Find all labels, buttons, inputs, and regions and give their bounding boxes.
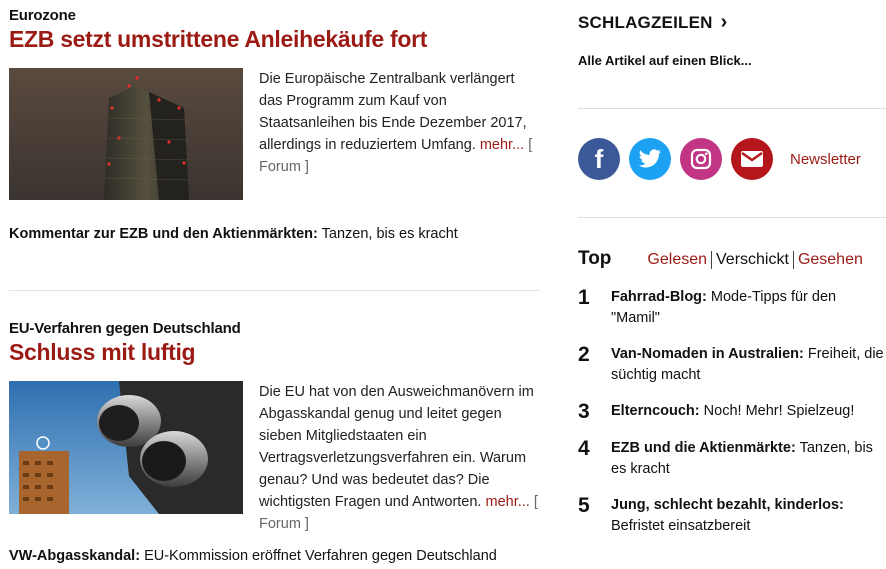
related-link-text: Tanzen, bis es kracht (321, 226, 458, 242)
chevron-right-icon: › (720, 11, 728, 33)
related-link-label: VW-Abgasskandal: (9, 548, 141, 564)
article-eu-verfahren: EU-Verfahren gegen Deutschland Schluss m… (9, 320, 540, 564)
related-link-text: EU-Kommission eröffnet Verfahren gegen D… (144, 548, 497, 564)
social-bar: f Newsletter (578, 138, 861, 180)
top-list: 1 Fahrrad-Blog: Mode-Tipps für den "Mami… (578, 287, 886, 552)
divider (9, 290, 540, 291)
top-header: Top Gelesen Verschickt Gesehen (578, 248, 867, 270)
twitter-icon[interactable] (629, 138, 671, 180)
rank-number: 4 (578, 437, 590, 460)
list-item[interactable]: 3 Elterncouch: Noch! Mehr! Spielzeug! (578, 401, 886, 423)
newsletter-link[interactable]: Newsletter (790, 151, 861, 168)
article-kicker: EU-Verfahren gegen Deutschland (9, 320, 241, 337)
item-label: Van-Nomaden in Australien: (611, 346, 804, 362)
related-link[interactable]: Kommentar zur EZB und den Aktienmärkten:… (9, 226, 540, 242)
schlagzeilen-label: SCHLAGZEILEN (578, 13, 713, 32)
top-title: Top (578, 248, 612, 269)
item-label: Jung, schlecht bezahlt, kinderlos: (611, 497, 844, 513)
article-headline-link[interactable]: Schluss mit luftig (9, 339, 540, 366)
rank-number: 2 (578, 343, 590, 366)
item-label: EZB und die Aktienmärkte: (611, 440, 796, 456)
article-image-exhaust-pipes[interactable] (9, 381, 243, 514)
article-image-ecb-tower[interactable] (9, 68, 243, 200)
instagram-icon[interactable] (680, 138, 722, 180)
more-link[interactable]: mehr... (486, 494, 530, 510)
divider (578, 108, 886, 109)
item-text: Befristet einsatzbereit (611, 518, 751, 534)
article-ezb: Eurozone EZB setzt umstrittene Anleihekä… (9, 7, 540, 242)
rank-number: 3 (578, 400, 590, 423)
list-item[interactable]: 1 Fahrrad-Blog: Mode-Tipps für den "Mami… (578, 287, 886, 329)
article-headline-link[interactable]: EZB setzt umstrittene Anleihekäufe fort (9, 26, 540, 53)
schlagzeilen-link[interactable]: SCHLAGZEILEN › (578, 11, 727, 34)
tab-gesehen[interactable]: Gesehen (794, 251, 867, 269)
article-teaser: Die EU hat von den Ausweichmanövern im A… (259, 384, 534, 510)
item-label: Fahrrad-Blog: (611, 289, 707, 305)
list-item[interactable]: 5 Jung, schlecht bezahlt, kinderlos: Bef… (578, 495, 886, 537)
tab-verschickt[interactable]: Verschickt (712, 251, 794, 269)
newsletter-mail-icon[interactable] (731, 138, 773, 180)
tab-gelesen[interactable]: Gelesen (643, 251, 713, 269)
related-link-label: Kommentar zur EZB und den Aktienmärkten: (9, 226, 318, 242)
rank-number: 1 (578, 286, 590, 309)
more-link[interactable]: mehr... (480, 137, 524, 153)
item-text: Noch! Mehr! Spielzeug! (703, 403, 855, 419)
all-articles-link[interactable]: Alle Artikel auf einen Blick... (578, 53, 752, 68)
svg-text:f: f (595, 146, 604, 172)
related-link[interactable]: VW-Abgasskandal: EU-Kommission eröffnet … (9, 548, 540, 564)
list-item[interactable]: 2 Van-Nomaden in Australien: Freiheit, d… (578, 344, 886, 386)
divider (578, 217, 886, 218)
article-kicker: Eurozone (9, 7, 76, 24)
item-label: Elterncouch: (611, 403, 700, 419)
rank-number: 5 (578, 494, 590, 517)
list-item[interactable]: 4 EZB und die Aktienmärkte: Tanzen, bis … (578, 438, 886, 480)
facebook-icon[interactable]: f (578, 138, 620, 180)
